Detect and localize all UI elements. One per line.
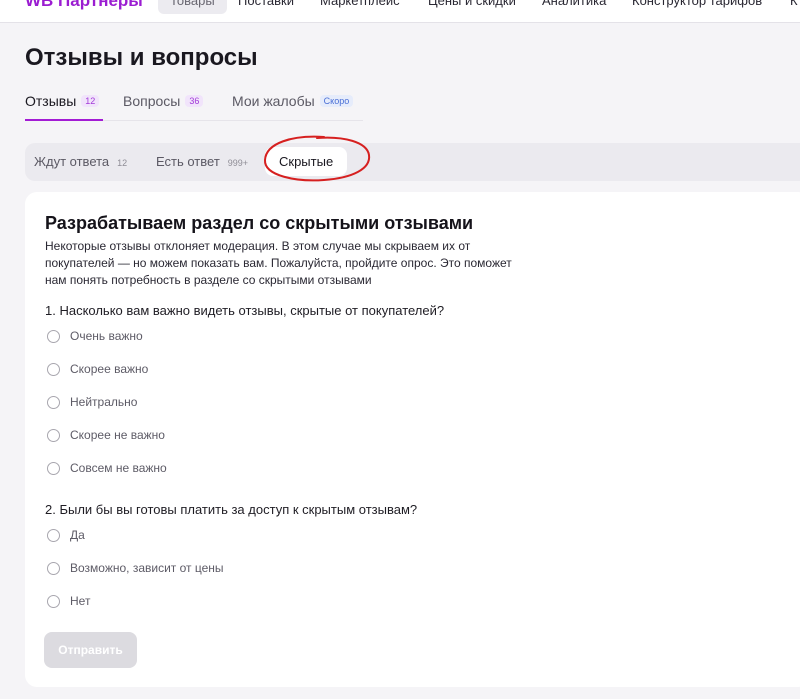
q1-option-neutral[interactable]: Нейтрально: [47, 393, 137, 411]
survey-title: Разрабатываем раздел со скрытыми отзывам…: [45, 213, 474, 233]
option-label: Очень важно: [70, 329, 143, 343]
nav-item-goods[interactable]: Товары: [158, 0, 227, 14]
option-label: Скорее не важно: [70, 428, 165, 442]
survey-card: Разрабатываем раздел со скрытыми отзывам…: [25, 192, 800, 687]
tab-my-complaints[interactable]: Мои жалобы Скоро: [232, 93, 354, 109]
option-label: Нейтрально: [70, 395, 138, 409]
tab-reviews-count-badge: 12: [81, 95, 100, 107]
filter-hidden[interactable]: Скрытые: [265, 147, 348, 176]
option-label: Возможно, зависит от цены: [70, 561, 224, 575]
option-label: Совсем не важно: [70, 461, 167, 475]
submit-button[interactable]: Отправить: [44, 632, 137, 668]
q1-option-rather-important[interactable]: Скорее важно: [47, 360, 148, 378]
question-1: 1. Насколько вам важно видеть отзывы, ск…: [45, 303, 445, 318]
nav-item-prices[interactable]: Цены и скидки: [428, 0, 516, 8]
option-label: Да: [70, 528, 85, 542]
nav-item-more[interactable]: К: [790, 0, 798, 8]
nav-item-marketplace[interactable]: Маркетплейс: [320, 0, 400, 8]
radio-button[interactable]: [47, 461, 60, 475]
radio-button[interactable]: [47, 428, 60, 442]
brand-logo[interactable]: WB Партнеры: [25, 0, 143, 11]
nav-item-tariff-builder[interactable]: Конструктор тарифов: [632, 0, 762, 8]
q1-option-not-important-at-all[interactable]: Совсем не важно: [47, 459, 167, 477]
tab-reviews[interactable]: Отзывы 12: [25, 93, 100, 109]
radio-button[interactable]: [47, 561, 60, 575]
radio-button[interactable]: [47, 395, 60, 409]
q1-option-very-important[interactable]: Очень важно: [47, 327, 143, 345]
radio-button[interactable]: [47, 362, 60, 376]
filter-awaiting-count: 12: [117, 158, 128, 168]
tab-questions-label: Вопросы: [123, 93, 181, 109]
active-tab-indicator: [25, 119, 103, 121]
filter-awaiting-label: Ждут ответа: [34, 154, 110, 169]
tab-questions-count-badge: 36: [185, 95, 204, 107]
nav-item-supplies[interactable]: Поставки: [238, 0, 294, 8]
top-navigation: WB Партнеры Товары Поставки Маркетплейс …: [0, 0, 800, 23]
filter-answered-count: 999+: [227, 158, 249, 168]
tab-complaints-soon-badge: Скоро: [319, 95, 354, 107]
option-label: Нет: [70, 594, 91, 608]
filter-awaiting-answer[interactable]: Ждут ответа 12: [34, 154, 127, 169]
page-title: Отзывы и вопросы: [25, 44, 258, 71]
tab-complaints-label: Мои жалобы: [232, 93, 315, 109]
filter-answered-label: Есть ответ: [156, 154, 220, 169]
filter-answered[interactable]: Есть ответ 999+: [156, 154, 248, 169]
q2-option-no[interactable]: Нет: [47, 592, 90, 610]
q1-option-rather-not-important[interactable]: Скорее не важно: [47, 426, 165, 444]
q2-option-depends-on-price[interactable]: Возможно, зависит от цены: [47, 559, 224, 577]
q2-option-yes[interactable]: Да: [47, 526, 85, 544]
radio-button[interactable]: [47, 528, 60, 542]
review-status-filter: Ждут ответа 12 Есть ответ 999+ Скрытые: [25, 143, 800, 181]
question-2: 2. Были бы вы готовы платить за доступ к…: [45, 502, 418, 517]
radio-button[interactable]: [47, 594, 60, 608]
radio-button[interactable]: [47, 329, 60, 343]
nav-item-analytics[interactable]: Аналитика: [542, 0, 606, 8]
tabs-divider: [103, 120, 363, 121]
tab-questions[interactable]: Вопросы 36: [123, 93, 204, 109]
option-label: Скорее важно: [70, 362, 149, 376]
tab-reviews-label: Отзывы: [25, 93, 77, 109]
filter-hidden-label: Скрытые: [279, 154, 334, 169]
survey-description: Некоторые отзывы отклоняет модерация. В …: [45, 239, 512, 287]
